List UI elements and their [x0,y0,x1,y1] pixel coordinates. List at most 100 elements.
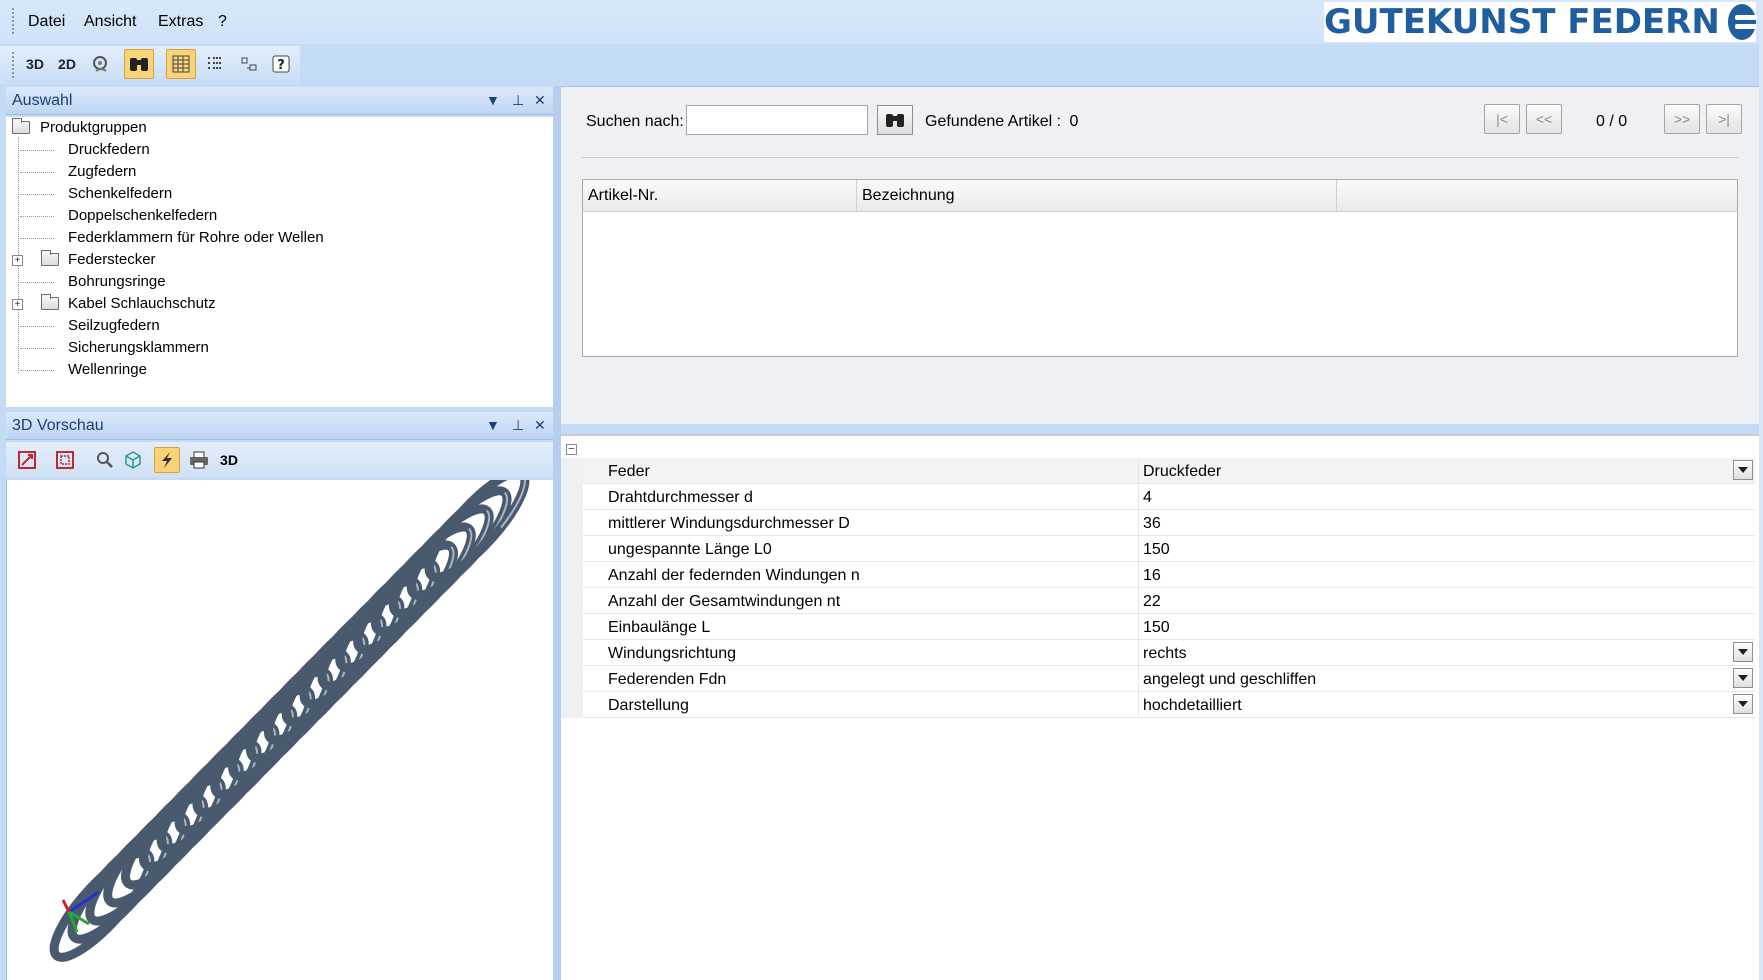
property-value[interactable]: 150 [1143,619,1170,637]
printer-icon [190,451,208,469]
dropdown-arrow-icon[interactable] [1733,694,1753,714]
collapse-icon[interactable]: − [566,444,577,455]
tree-item-label: Doppelschenkelfedern [68,207,218,224]
view-3d-button[interactable]: 3D [20,49,50,79]
panel-pin-icon[interactable]: ⊥ [512,92,524,109]
view-2d-button[interactable]: 2D [52,49,82,79]
property-value[interactable]: angelegt und geschliffen [1143,671,1316,689]
property-value[interactable]: 4 [1143,489,1152,507]
menu-grip[interactable] [12,8,15,34]
search-input[interactable] [686,105,868,135]
property-name: Federenden Fdn [608,671,727,688]
toolbar-grip[interactable] [12,52,15,78]
property-row[interactable]: Anzahl der federnden Windungen n 16 [583,562,1755,588]
column-header-article-no[interactable]: Artikel-Nr. [583,180,857,212]
column-header-description[interactable]: Bezeichnung [857,180,1337,212]
property-name: Windungsrichtung [608,645,737,662]
zoom-button[interactable] [92,447,118,473]
property-value[interactable]: 150 [1143,541,1170,559]
table-view-button[interactable] [166,49,196,79]
binoculars-icon [130,58,148,71]
property-row[interactable]: Federenden Fdn angelegt und geschliffen [583,666,1755,692]
panel-close-icon[interactable]: ✕ [534,92,546,109]
tree-root-label: Produktgruppen [40,119,147,136]
menu-ansicht[interactable]: Ansicht [84,13,136,31]
tree-item-label: Wellenringe [68,361,147,378]
selection-panel-header: Auswahl ▼ ⊥ ✕ [6,87,553,115]
3d-preview-viewport[interactable] [6,468,553,980]
results-table: Artikel-Nr. Bezeichnung [582,179,1738,357]
brand-logo: GUTEKUNST FEDERN [1324,2,1758,42]
zoom-extents-button[interactable] [14,447,40,473]
panel-pin-icon[interactable]: ⊥ [512,417,524,434]
property-row[interactable]: Einbaulänge L 150 [583,614,1755,640]
column-header-empty[interactable] [1337,180,1737,212]
tree-item-label: Schenkelfedern [68,185,173,202]
panel-close-icon[interactable]: ✕ [534,417,546,434]
vertical-splitter[interactable] [553,86,561,980]
tree-item-label: Federstecker [68,251,156,268]
property-column-separator [1138,562,1139,588]
property-row[interactable]: Drahtdurchmesser d 4 [583,484,1755,510]
product-group-tree: Produktgruppen Druckfedern Zugfedern Schen… [6,117,553,407]
next-page-button[interactable]: >> [1664,104,1700,134]
search-button[interactable] [124,49,154,79]
property-row[interactable]: ungespannte Länge L0 150 [583,536,1755,562]
spring-settings-icon [93,56,107,72]
help-button[interactable]: ? [266,49,296,79]
property-value[interactable]: hochdetailliert [1143,697,1242,715]
dropdown-arrow-icon[interactable] [1733,668,1753,688]
print-button[interactable] [186,447,212,473]
property-row[interactable]: Feder Druckfeder [583,458,1755,484]
panel-dropdown-icon[interactable]: ▼ [486,417,500,433]
property-value[interactable]: 36 [1143,515,1161,533]
search-submit-button[interactable] [877,105,913,135]
tree-item-label: Zugfedern [68,163,137,180]
property-column-separator [1138,692,1139,718]
tree-item-label: Federklammern für Rohre oder Wellen [68,229,324,246]
property-value[interactable]: rechts [1143,645,1187,663]
expand-icon[interactable]: + [12,255,23,266]
tree-item-label: Sicherungsklammern [68,339,209,356]
tree-connector [20,326,54,327]
panel-dropdown-icon[interactable]: ▼ [486,92,500,108]
property-row[interactable]: mittlerer Windungsdurchmesser D 36 [583,510,1755,536]
found-articles-count: 0 [1069,113,1079,130]
property-column-separator [1138,614,1139,640]
fit-view-button[interactable] [52,447,78,473]
preview-panel-title: 3D Vorschau [12,417,104,434]
property-value[interactable]: 22 [1143,593,1161,611]
tree-item-label: Seilzugfedern [68,317,160,334]
property-row[interactable]: Darstellung hochdetailliert [583,692,1755,718]
property-value[interactable]: Druckfeder [1143,463,1221,481]
preview-3d-button[interactable]: 3D [216,447,242,473]
spring-settings-button[interactable] [86,49,116,79]
tree-connector [20,282,54,283]
property-column-separator [1138,484,1139,510]
found-articles-label: Gefundene Artikel : 0 [925,113,1078,131]
property-column-separator [1138,510,1139,536]
property-column-separator [1138,536,1139,562]
dropdown-arrow-icon[interactable] [1733,460,1753,480]
property-name: Einbaulänge L [608,619,711,636]
menu-help[interactable]: ? [218,13,227,31]
last-page-button[interactable]: >| [1706,104,1742,134]
list-view-button[interactable] [200,49,230,79]
property-row[interactable]: Windungsrichtung rechts [583,640,1755,666]
render-mode-button[interactable] [154,447,180,473]
property-row[interactable]: Anzahl der Gesamtwindungen nt 22 [583,588,1755,614]
previous-page-button[interactable]: << [1526,104,1562,134]
menu-datei[interactable]: Datei [28,13,65,31]
first-page-button[interactable]: |< [1484,104,1520,134]
view-cube-button[interactable] [120,447,146,473]
folder-icon [41,294,59,310]
dimension-button[interactable] [234,49,264,79]
expand-icon[interactable]: + [12,299,23,310]
property-name: Anzahl der federnden Windungen n [608,567,860,584]
dropdown-arrow-icon[interactable] [1733,642,1753,662]
property-value[interactable]: 16 [1143,567,1161,585]
menu-extras[interactable]: Extras [158,13,203,31]
page-counter: 0 / 0 [1596,113,1628,130]
tree-connector [20,194,54,195]
folder-icon [41,250,59,266]
